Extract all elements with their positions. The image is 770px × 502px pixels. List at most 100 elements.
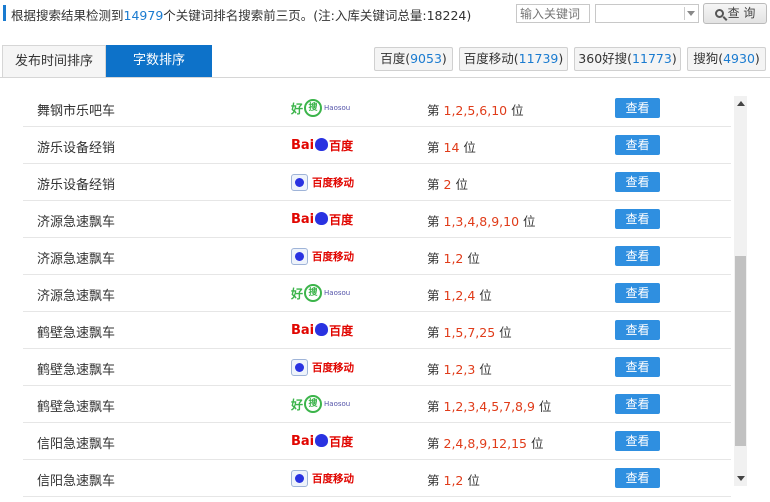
engine-filter-baidu[interactable]: 百度(9053) bbox=[374, 47, 453, 71]
rank-prefix: 第 bbox=[427, 103, 440, 118]
view-button[interactable]: 查看 bbox=[615, 135, 660, 155]
rank-prefix: 第 bbox=[427, 140, 440, 155]
ranking-list: 舞钢市乐吧车好搜 Haosou 第 1,2,5,6,10 位查看 游乐设备经销 Bai 百… bbox=[23, 90, 731, 502]
table-row: 信阳急速飘车 Bai 百度 第 2,4,8,9,12,15 位 查看 bbox=[23, 423, 731, 460]
baidu-logo-icon: Bai 百度 bbox=[291, 208, 353, 230]
rank-suffix: 位 bbox=[467, 251, 480, 266]
engine-name: 360好搜 bbox=[578, 51, 628, 66]
rank-values: 1,2,3,4,5,7,8,9 bbox=[443, 399, 535, 414]
haosou-logo-icon: 好搜 Haosou bbox=[291, 97, 350, 119]
rank-prefix: 第 bbox=[427, 473, 440, 488]
scroll-thumb[interactable] bbox=[735, 256, 746, 446]
rank-suffix: 位 bbox=[523, 214, 536, 229]
haosou-mark: 搜 bbox=[304, 284, 323, 302]
rank-suffix: 位 bbox=[530, 436, 544, 451]
view-button[interactable]: 查看 bbox=[615, 98, 660, 118]
view-button[interactable]: 查看 bbox=[615, 283, 660, 303]
engine-filter-baidu-mobile[interactable]: 百度移动(11739) bbox=[459, 47, 568, 71]
table-row: 游乐设备经销 Bai 百度 第 14 位 查看 bbox=[23, 127, 731, 164]
rank-suffix: 位 bbox=[479, 362, 492, 377]
keyword-text: 济源急速飘车 bbox=[37, 215, 116, 230]
engine-name: 百度移动 bbox=[463, 51, 514, 66]
baidu-mobile-text: 百度移动 bbox=[312, 176, 354, 189]
rank-suffix: 位 bbox=[538, 399, 552, 414]
filter-select[interactable] bbox=[595, 4, 699, 23]
tab-sort-by-time[interactable]: 发布时间排序 bbox=[2, 45, 106, 77]
baidu-logo-icon: Bai 百度 bbox=[291, 134, 353, 156]
list-scrollbar[interactable] bbox=[734, 96, 747, 486]
mobile-paw-icon bbox=[291, 358, 308, 376]
rank-prefix: 第 bbox=[427, 251, 440, 266]
query-button-label: 查 询 bbox=[727, 6, 756, 20]
mobile-paw-icon bbox=[291, 173, 308, 191]
haosou-en: Haosou bbox=[324, 289, 351, 297]
baidu-mobile-logo-icon: 百度移动 bbox=[291, 356, 354, 378]
keyword-text: 济源急速飘车 bbox=[37, 289, 116, 304]
rank-positions: 第 1,3,4,8,9,10 位 bbox=[427, 211, 536, 230]
rank-prefix: 第 bbox=[427, 325, 440, 340]
table-row: 济源急速飘车 百度移动 第 1,2 位 查看 bbox=[23, 238, 731, 275]
engine-count: 11739 bbox=[518, 51, 559, 66]
baidu-logo-icon: Bai 百度 bbox=[291, 319, 353, 341]
view-button[interactable]: 查看 bbox=[615, 468, 660, 488]
rank-positions: 第 1,2,5,6,10 位 bbox=[427, 100, 524, 119]
result-summary-bar: 根据搜索结果检测到14979个关键词排名搜索前三页。(注:入库关键词总量:182… bbox=[0, 0, 770, 30]
view-button[interactable]: 查看 bbox=[615, 246, 660, 266]
haosou-mark: 搜 bbox=[304, 99, 323, 117]
view-button[interactable]: 查看 bbox=[615, 357, 660, 377]
baidu-latin: Bai bbox=[291, 211, 315, 227]
view-button[interactable]: 查看 bbox=[615, 394, 660, 414]
baidu-mobile-logo-icon: 百度移动 bbox=[291, 171, 354, 193]
rank-prefix: 第 bbox=[427, 436, 440, 451]
rank-positions: 第 1,2 位 bbox=[427, 248, 480, 267]
engine-filter-360[interactable]: 360好搜(11773) bbox=[574, 47, 681, 71]
view-button[interactable]: 查看 bbox=[615, 320, 660, 340]
rank-suffix: 位 bbox=[479, 288, 492, 303]
baidu-cn: 百度 bbox=[329, 138, 354, 153]
view-button[interactable]: 查看 bbox=[615, 172, 660, 192]
summary-count: 14979 bbox=[123, 8, 164, 23]
rank-positions: 第 1,5,7,25 位 bbox=[427, 322, 512, 341]
rank-values: 1,2,3 bbox=[443, 362, 476, 377]
haosou-logo-icon: 好搜 Haosou bbox=[291, 282, 350, 304]
paw-icon bbox=[315, 211, 329, 225]
rank-positions: 第 1,2,3,4,5,7,8,9 位 bbox=[427, 396, 551, 415]
keyword-text: 鹤壁急速飘车 bbox=[37, 363, 116, 378]
rank-suffix: 位 bbox=[511, 103, 524, 118]
baidu-mobile-logo-icon: 百度移动 bbox=[291, 467, 354, 489]
table-row: 鹤壁急速飘车 好搜 Haosou 第 1,2,3,4,5,7,8,9 位 查看 bbox=[23, 386, 731, 423]
table-row: 鹤壁急速飘车 百度移动 第 1,2,3 位 查看 bbox=[23, 349, 731, 386]
rank-prefix: 第 bbox=[427, 362, 440, 377]
query-button[interactable]: 查 询 bbox=[703, 3, 767, 24]
search-icon bbox=[714, 9, 724, 18]
scroll-up-icon[interactable] bbox=[737, 101, 745, 106]
rank-positions: 第 2,4,8,9,12,15 位 bbox=[427, 433, 544, 452]
rank-values: 14 bbox=[443, 140, 460, 155]
rank-prefix: 第 bbox=[427, 399, 440, 414]
summary-prefix: 根据搜索结果检测到 bbox=[11, 8, 124, 23]
baidu-cn: 百度 bbox=[329, 434, 354, 449]
keyword-search-input[interactable] bbox=[516, 4, 590, 23]
view-button[interactable]: 查看 bbox=[615, 209, 660, 229]
haosou-hao: 好 bbox=[291, 397, 304, 412]
summary-accent-bar bbox=[3, 5, 6, 21]
rank-values: 2,4,8,9,12,15 bbox=[443, 436, 528, 451]
tab-sort-by-length[interactable]: 字数排序 bbox=[106, 45, 212, 77]
baidu-latin: Bai bbox=[291, 322, 315, 338]
scroll-down-icon[interactable] bbox=[737, 476, 745, 481]
keyword-text: 济源急速飘车 bbox=[37, 252, 116, 267]
rank-prefix: 第 bbox=[427, 177, 440, 192]
rank-values: 1,2,5,6,10 bbox=[443, 103, 508, 118]
baidu-cn: 百度 bbox=[329, 212, 354, 227]
baidu-mobile-text: 百度移动 bbox=[312, 361, 354, 374]
chevron-down-icon bbox=[687, 11, 695, 16]
summary-suffix: ) bbox=[466, 8, 472, 23]
engine-count: 9053 bbox=[410, 51, 442, 66]
keyword-text: 信阳急速飘车 bbox=[37, 474, 116, 489]
engine-filter-sogou[interactable]: 搜狗(4930) bbox=[687, 47, 766, 71]
view-button[interactable]: 查看 bbox=[615, 431, 660, 451]
rank-positions: 第 14 位 bbox=[427, 137, 476, 156]
baidu-mobile-logo-icon: 百度移动 bbox=[291, 245, 354, 267]
haosou-mark: 搜 bbox=[304, 395, 323, 413]
rank-suffix: 位 bbox=[455, 177, 468, 192]
